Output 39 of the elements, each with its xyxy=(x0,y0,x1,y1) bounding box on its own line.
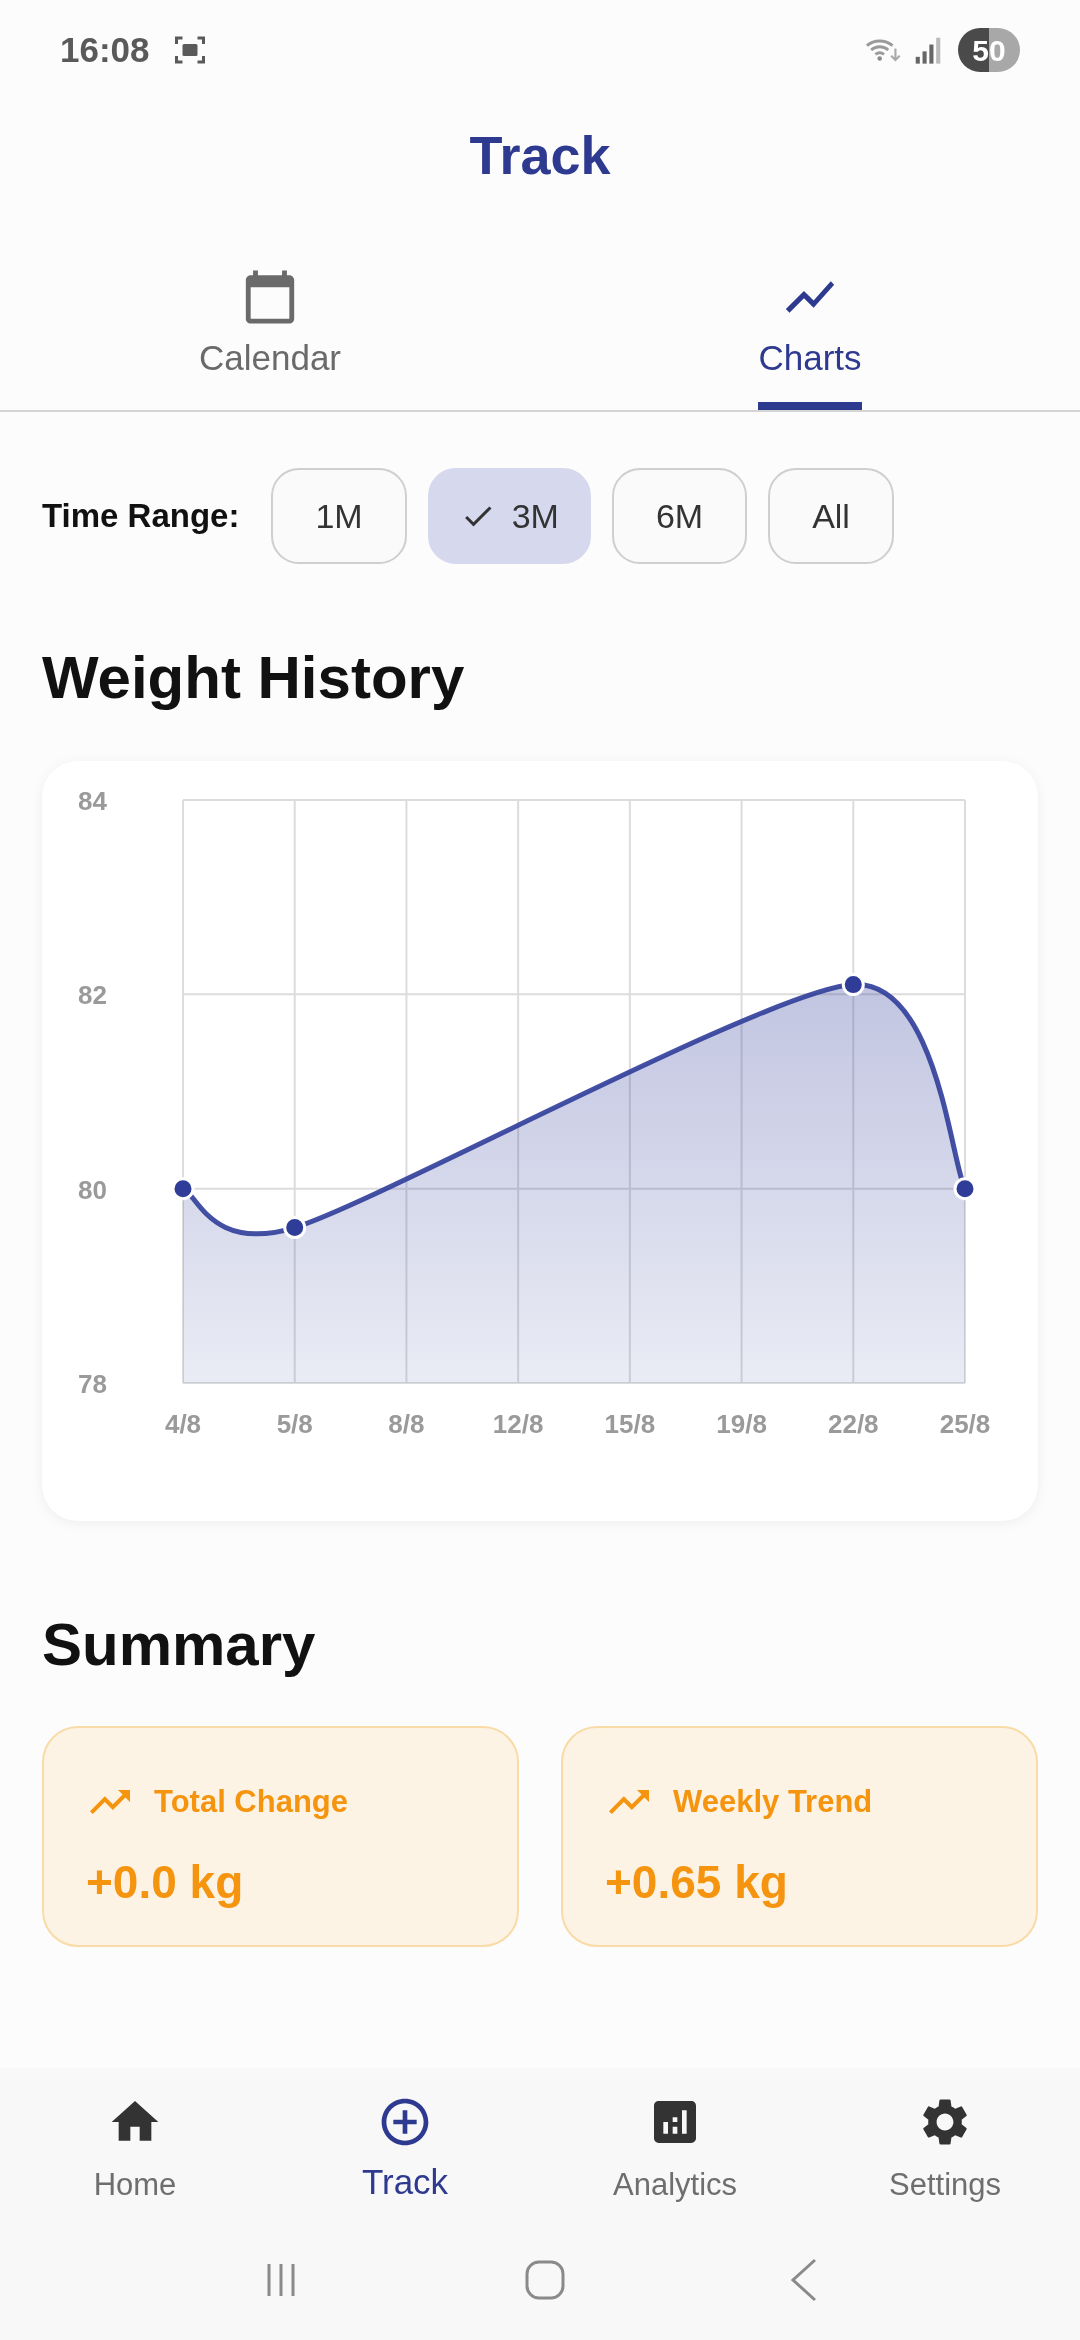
y-axis-label: 82 xyxy=(78,980,107,1011)
data-point xyxy=(841,973,865,997)
signal-icon xyxy=(914,35,942,65)
x-axis-label: 15/8 xyxy=(604,1409,656,1439)
card-value: +0.65 kg xyxy=(605,1855,789,1910)
section-title: Weight History xyxy=(41,643,466,713)
nav-item[interactable]: Track xyxy=(270,2068,540,2220)
data-point xyxy=(171,1177,195,1201)
data-point xyxy=(283,1216,307,1240)
x-axis-label: 8/8 xyxy=(388,1409,425,1439)
range-chip[interactable]: 6M xyxy=(611,468,748,564)
card-label: Total Change xyxy=(154,1782,349,1821)
time-range-label: Time Range: xyxy=(42,496,240,537)
x-axis-label: 12/8 xyxy=(492,1409,544,1439)
x-axis-label: 4/8 xyxy=(164,1409,202,1439)
y-axis-label: 84 xyxy=(78,786,107,816)
x-axis-label: 22/8 xyxy=(828,1409,879,1439)
back-icon[interactable] xyxy=(788,2258,819,2302)
x-axis-label: 5/8 xyxy=(276,1409,313,1439)
y-axis-label: 78 xyxy=(78,1369,107,1399)
nav-item[interactable]: Home xyxy=(0,2068,270,2220)
x-axis-label: 19/8 xyxy=(716,1409,767,1439)
tab[interactable]: Calendar xyxy=(198,267,341,410)
y-axis-label: 80 xyxy=(78,1174,107,1205)
range-chip[interactable]: 1M xyxy=(271,468,407,564)
nav-item[interactable]: Settings xyxy=(810,2068,1080,2220)
tab[interactable]: Charts xyxy=(758,267,862,410)
range-chip[interactable]: All xyxy=(768,468,894,564)
data-point xyxy=(953,1177,977,1201)
home-button-icon[interactable] xyxy=(524,2259,566,2301)
card-value: +0.0 kg xyxy=(86,1855,245,1910)
battery-indicator: 50 xyxy=(958,28,1020,72)
x-axis-label: 25/8 xyxy=(939,1409,991,1439)
page-title: Track xyxy=(469,123,611,187)
nav-item[interactable]: Analytics xyxy=(540,2068,810,2220)
card-label: Weekly Trend xyxy=(673,1782,873,1821)
section-title: Summary xyxy=(41,1610,317,1680)
range-chip[interactable]: 3M xyxy=(427,468,591,564)
status-time: 16:08 xyxy=(60,28,150,71)
